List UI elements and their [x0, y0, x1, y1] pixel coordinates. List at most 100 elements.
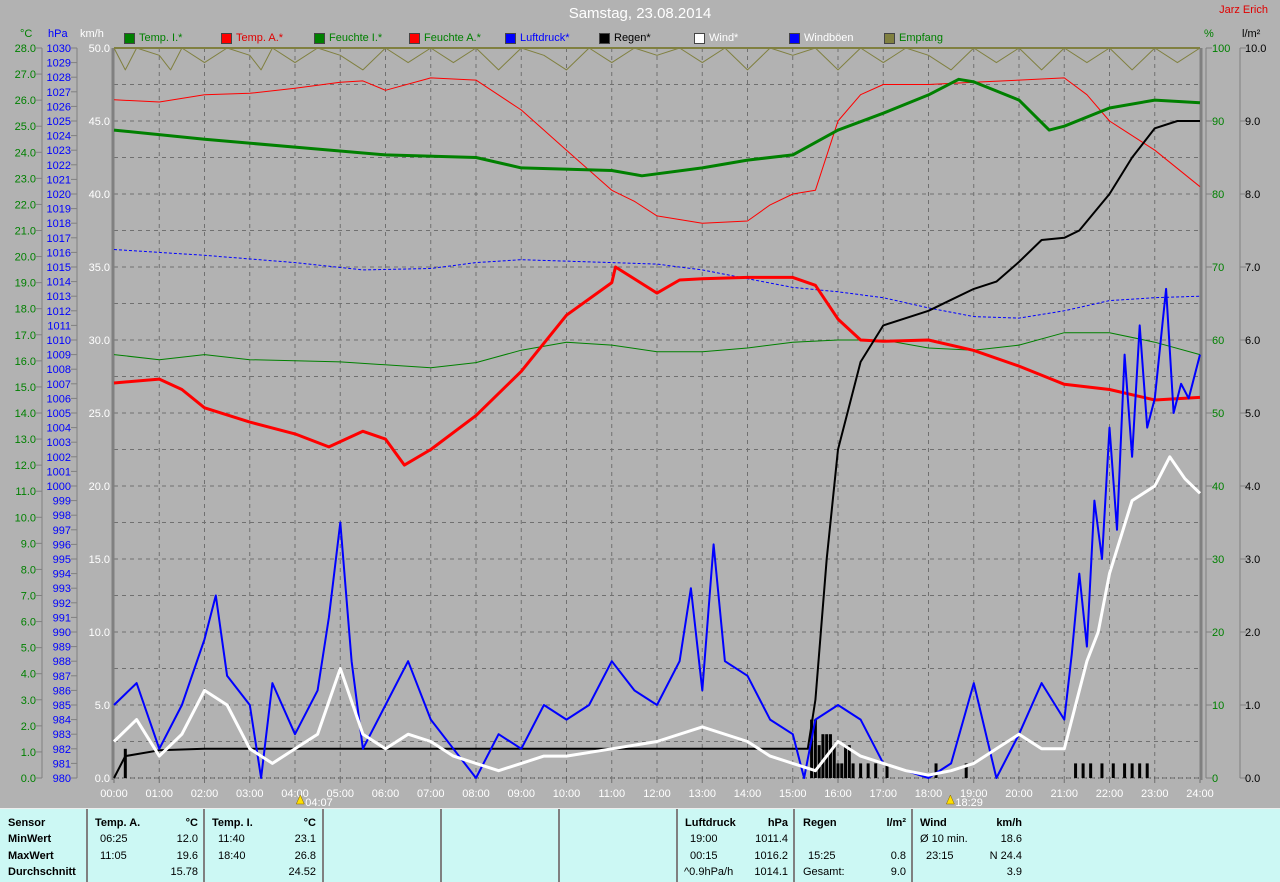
kmh-tick-label: 40.0 — [89, 189, 110, 201]
wind-max-time: 23:15 — [926, 850, 954, 862]
celsius-tick-label: 9.0 — [21, 538, 36, 550]
x-tick-label: 22:00 — [1096, 788, 1124, 800]
hpa-tick-label: 998 — [53, 510, 71, 522]
wind-max: N 24.4 — [989, 850, 1022, 862]
row-label-max: MaxWert — [8, 850, 54, 862]
hpa-tick-label: 1025 — [47, 116, 71, 128]
temp-i-min: 23.1 — [294, 833, 316, 845]
x-tick-label: 24:00 — [1186, 788, 1214, 800]
celsius-tick-label: 6.0 — [21, 617, 36, 629]
rain-bar — [1123, 763, 1127, 778]
percent-tick-label: 50 — [1212, 408, 1224, 420]
rain-bar — [1100, 763, 1104, 778]
x-tick-label: 07:00 — [417, 788, 445, 800]
hpa-tick-label: 1005 — [47, 408, 71, 420]
hpa-tick-label: 990 — [53, 627, 71, 639]
hpa-tick-label: 999 — [53, 496, 71, 508]
celsius-tick-label: 27.0 — [15, 69, 36, 81]
rain-bar — [817, 745, 821, 778]
temp-i-avg: 24.52 — [288, 866, 316, 878]
rain-tick-label: 5.0 — [1245, 408, 1260, 420]
pressure-trend: ^0.9hPa/h — [684, 866, 734, 878]
celsius-tick-label: 26.0 — [15, 95, 36, 107]
kmh-tick-label: 5.0 — [95, 700, 110, 712]
hpa-tick-label: 1008 — [47, 364, 71, 376]
hpa-tick-label: 993 — [53, 583, 71, 595]
x-tick-label: 14:00 — [734, 788, 762, 800]
row-label-min: MinWert — [8, 833, 52, 845]
celsius-tick-label: 5.0 — [21, 643, 36, 655]
hpa-tick-label: 985 — [53, 700, 71, 712]
hpa-tick-label: 1027 — [47, 87, 71, 99]
x-tick-label: 20:00 — [1005, 788, 1033, 800]
hpa-tick-label: 1002 — [47, 452, 71, 464]
temp-a-max-time: 11:05 — [100, 850, 127, 862]
sun-time-label: 04:07 — [305, 797, 333, 808]
hpa-tick-label: 986 — [53, 685, 71, 697]
rain-bar — [828, 734, 832, 778]
rain-bar — [836, 763, 840, 778]
celsius-tick-label: 16.0 — [15, 356, 36, 368]
x-tick-label: 13:00 — [688, 788, 716, 800]
percent-tick-label: 100 — [1212, 43, 1230, 55]
celsius-tick-label: 10.0 — [15, 512, 36, 524]
hpa-tick-label: 983 — [53, 729, 71, 741]
rain-bar — [866, 763, 870, 778]
pressure-header: Luftdruck — [685, 817, 736, 829]
celsius-tick-label: 20.0 — [15, 252, 36, 264]
kmh-tick-label: 30.0 — [89, 335, 110, 347]
rain-bar — [844, 745, 848, 778]
wind-avg-label: Ø 10 min. — [920, 833, 968, 845]
celsius-tick-label: 28.0 — [15, 43, 36, 55]
kmh-tick-label: 10.0 — [89, 627, 110, 639]
col-empty-3 — [560, 809, 678, 882]
rain-max: 0.8 — [890, 850, 906, 862]
celsius-tick-label: 14.0 — [15, 408, 36, 420]
rain-bar — [1111, 763, 1115, 778]
hpa-tick-label: 1006 — [47, 393, 71, 405]
hpa-tick-label: 1003 — [47, 437, 71, 449]
hpa-tick-label: 1015 — [47, 262, 71, 274]
celsius-tick-label: 2.0 — [21, 721, 36, 733]
x-tick-label: 06:00 — [372, 788, 400, 800]
hpa-tick-label: 1000 — [47, 481, 71, 493]
kmh-tick-label: 15.0 — [89, 554, 110, 566]
celsius-tick-label: 13.0 — [15, 434, 36, 446]
rain-total: 9.0 — [890, 866, 906, 878]
percent-tick-label: 40 — [1212, 481, 1224, 493]
temp-a-header: Temp. A. — [95, 817, 141, 829]
x-tick-label: 08:00 — [462, 788, 490, 800]
temp-i-max-time: 18:40 — [218, 850, 246, 862]
x-tick-label: 16:00 — [824, 788, 852, 800]
kmh-tick-label: 25.0 — [89, 408, 110, 420]
hpa-tick-label: 1028 — [47, 72, 71, 84]
celsius-tick-label: 7.0 — [21, 591, 36, 603]
row-label-avg: Durchschnitt — [8, 866, 76, 878]
kmh-tick-label: 45.0 — [89, 116, 110, 128]
rain-bar — [123, 748, 127, 778]
rain-bar — [1138, 763, 1142, 778]
hpa-tick-label: 1029 — [47, 58, 71, 70]
rain-bar — [1081, 763, 1085, 778]
statistics-table: Sensor MinWert MaxWert Durchschnitt Temp… — [0, 808, 1280, 882]
hpa-tick-label: 1009 — [47, 350, 71, 362]
x-tick-label: 15:00 — [779, 788, 807, 800]
hpa-tick-label: 982 — [53, 744, 71, 756]
wind-unit: km/h — [996, 817, 1022, 829]
rain-tick-label: 4.0 — [1245, 481, 1260, 493]
wind-avg: 3.9 — [1006, 866, 1022, 878]
kmh-tick-label: 50.0 — [89, 43, 110, 55]
percent-tick-label: 30 — [1212, 554, 1224, 566]
temp-a-min: 12.0 — [176, 833, 198, 845]
hpa-tick-label: 995 — [53, 554, 71, 566]
temp-a-unit: °C — [185, 817, 198, 829]
rain-tick-label: 8.0 — [1245, 189, 1260, 201]
col-empty-2 — [442, 809, 560, 882]
rain-bar — [859, 763, 863, 778]
hpa-tick-label: 1017 — [47, 233, 71, 245]
temp-a-max: 19.6 — [176, 850, 198, 862]
rain-bar — [1089, 763, 1093, 778]
pressure-avg: 1014.1 — [754, 866, 788, 878]
celsius-tick-label: 17.0 — [15, 330, 36, 342]
hpa-tick-label: 1022 — [47, 160, 71, 172]
